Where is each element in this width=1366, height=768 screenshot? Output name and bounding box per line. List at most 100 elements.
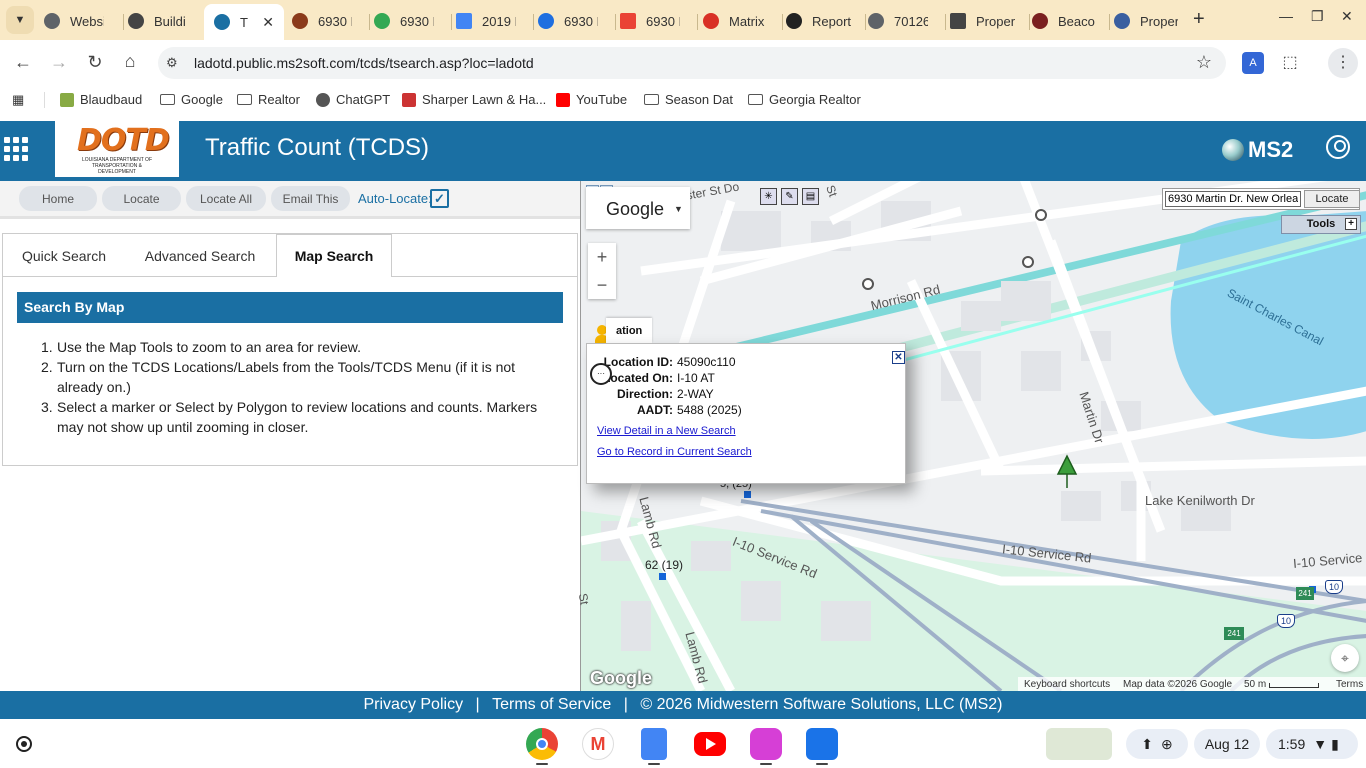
- separator: |: [475, 696, 480, 713]
- browser-tab[interactable]: Proper: [950, 6, 1030, 36]
- count-marker[interactable]: [744, 491, 751, 498]
- home-button[interactable]: Home: [19, 186, 97, 211]
- address-bar[interactable]: ⚙ ladotd.public.ms2soft.com/tcds/tsearch…: [158, 47, 1226, 79]
- select-tool-icon[interactable]: ✳: [760, 188, 777, 205]
- terms-link[interactable]: Terms: [1336, 679, 1363, 690]
- minimize-icon[interactable]: —: [1279, 8, 1293, 24]
- go-to-record-link[interactable]: Go to Record in Current Search: [597, 446, 752, 458]
- kebab-menu-icon[interactable]: ⋮: [1328, 48, 1358, 78]
- tab-advanced-search[interactable]: Advanced Search: [130, 234, 270, 277]
- recenter-icon[interactable]: ⌖: [1331, 644, 1359, 672]
- bookmark-item[interactable]: Blaudbaud: [60, 92, 142, 107]
- gmail-icon[interactable]: M: [582, 728, 614, 760]
- print-tool-icon[interactable]: ▤: [802, 188, 819, 205]
- view-detail-link[interactable]: View Detail in a New Search: [597, 425, 736, 437]
- bookmark-folder[interactable]: Season Dat: [644, 92, 733, 107]
- map-tools: ✳ ✎ ▤: [760, 188, 823, 205]
- youtube-icon[interactable]: [694, 732, 726, 756]
- map-locate-button[interactable]: Locate: [1304, 190, 1360, 208]
- bus-stop-icon[interactable]: [862, 278, 874, 290]
- user-account-icon[interactable]: [1326, 135, 1350, 159]
- date-button[interactable]: Aug 12: [1194, 729, 1260, 759]
- status-tray[interactable]: 1:59 ▼ ▮: [1266, 729, 1358, 759]
- browser-tab[interactable]: 6930 I: [374, 6, 452, 36]
- url-text[interactable]: ladotd.public.ms2soft.com/tcds/tsearch.a…: [194, 55, 534, 71]
- email-this-button[interactable]: Email This: [271, 186, 350, 211]
- browser-tab[interactable]: Matrix: [703, 6, 783, 36]
- bus-stop-icon[interactable]: [1035, 209, 1047, 221]
- tab-map-search[interactable]: Map Search: [276, 234, 392, 277]
- count-marker[interactable]: [659, 573, 666, 580]
- translate-icon[interactable]: A: [1242, 52, 1264, 74]
- bookmark-star-icon[interactable]: ☆: [1196, 52, 1212, 73]
- reload-icon[interactable]: ↻: [83, 52, 107, 73]
- browser-tab[interactable]: 2019 I: [456, 6, 534, 36]
- keyboard-shortcuts-link[interactable]: Keyboard shortcuts: [1024, 679, 1110, 690]
- location-popup: Location ID: 45090c110 Located On: I-10 AT…: [586, 343, 906, 484]
- browser-tab[interactable]: Report: [786, 6, 866, 36]
- add-icon[interactable]: ⊕: [1161, 736, 1173, 753]
- upload-icon[interactable]: ⬆: [1141, 736, 1153, 753]
- bookmark-item[interactable]: Sharper Lawn & Ha...: [402, 92, 546, 107]
- home-icon[interactable]: ⌂: [118, 51, 142, 72]
- privacy-policy-link[interactable]: Privacy Policy: [363, 696, 463, 713]
- bus-stop-icon[interactable]: [1022, 256, 1034, 268]
- back-icon[interactable]: ←: [11, 52, 35, 73]
- magnifier-icon[interactable]: ···: [590, 363, 612, 385]
- measure-tool-icon[interactable]: ✎: [781, 188, 798, 205]
- maximize-icon[interactable]: ❐: [1311, 8, 1324, 25]
- locate-all-button[interactable]: Locate All: [186, 186, 266, 211]
- tray-controls[interactable]: ⬆ ⊕: [1126, 729, 1188, 759]
- map-provider-select[interactable]: Google ▼: [586, 187, 690, 229]
- new-tab-button[interactable]: +: [1193, 8, 1205, 31]
- docs-icon[interactable]: [641, 728, 667, 760]
- dotd-logo[interactable]: DOTD LOUISIANA DEPARTMENT OF TRANSPORTAT…: [55, 121, 179, 177]
- zoom-out-button[interactable]: −: [588, 271, 616, 299]
- popup-tab[interactable]: ation: [606, 318, 652, 343]
- bookmark-item[interactable]: ChatGPT: [316, 92, 390, 107]
- site-icon: [402, 92, 416, 107]
- app-menu-icon[interactable]: [4, 137, 28, 161]
- browser-tab[interactable]: 6930 I: [538, 6, 616, 36]
- locate-button[interactable]: Locate: [102, 186, 181, 211]
- bookmark-item[interactable]: YouTube: [556, 92, 627, 107]
- browser-tab[interactable]: Buildi: [128, 6, 206, 36]
- tab-label: Buildi: [154, 13, 186, 29]
- instruction-step: Turn on the TCDS Locations/Labels from t…: [57, 359, 516, 395]
- browser-tab-active[interactable]: Tr ✕: [204, 4, 284, 40]
- browser-tab[interactable]: Proper: [1114, 6, 1192, 36]
- bookmark-folder[interactable]: Georgia Realtor: [748, 92, 861, 107]
- chrome-icon[interactable]: [526, 728, 558, 760]
- folder-icon: [237, 94, 252, 105]
- zoom-in-button[interactable]: +: [588, 243, 616, 271]
- extensions-icon[interactable]: ⬚: [1279, 52, 1301, 74]
- apps-icon[interactable]: ▦: [12, 92, 24, 108]
- browser-tab[interactable]: 70126: [868, 6, 946, 36]
- address-input[interactable]: [1165, 191, 1301, 207]
- browser-tab[interactable]: 6930 I: [620, 6, 698, 36]
- screen-thumbnail[interactable]: [1046, 728, 1112, 760]
- close-icon[interactable]: ✕: [262, 14, 274, 31]
- tab-quick-search[interactable]: Quick Search: [8, 234, 120, 277]
- launcher-icon[interactable]: [16, 736, 32, 752]
- browser-tab[interactable]: Beaco: [1032, 6, 1110, 36]
- auto-locate-checkbox[interactable]: ✓: [430, 189, 449, 208]
- files-icon[interactable]: [806, 728, 838, 760]
- terms-of-service-link[interactable]: Terms of Service: [492, 696, 611, 713]
- location-arrow-icon[interactable]: [1056, 454, 1078, 488]
- section-heading: Search By Map: [17, 292, 563, 323]
- expand-icon[interactable]: +: [1345, 218, 1357, 230]
- close-window-icon[interactable]: ✕: [1341, 8, 1353, 25]
- forward-icon[interactable]: →: [47, 52, 71, 73]
- provider-label: Google: [606, 199, 665, 219]
- bookmark-folder[interactable]: Realtor: [237, 92, 300, 107]
- site-info-icon[interactable]: ⚙: [166, 55, 178, 71]
- bookmark-folder[interactable]: Google: [160, 92, 223, 107]
- notes-app-icon[interactable]: [750, 728, 782, 760]
- tools-menu[interactable]: Tools +: [1281, 215, 1361, 234]
- browser-tab[interactable]: 6930 I: [292, 6, 370, 36]
- close-icon[interactable]: ✕: [892, 351, 905, 364]
- tab-search-button[interactable]: ▼: [6, 6, 34, 34]
- field-label: Direction:: [616, 387, 673, 401]
- browser-tab[interactable]: Websi: [44, 6, 124, 36]
